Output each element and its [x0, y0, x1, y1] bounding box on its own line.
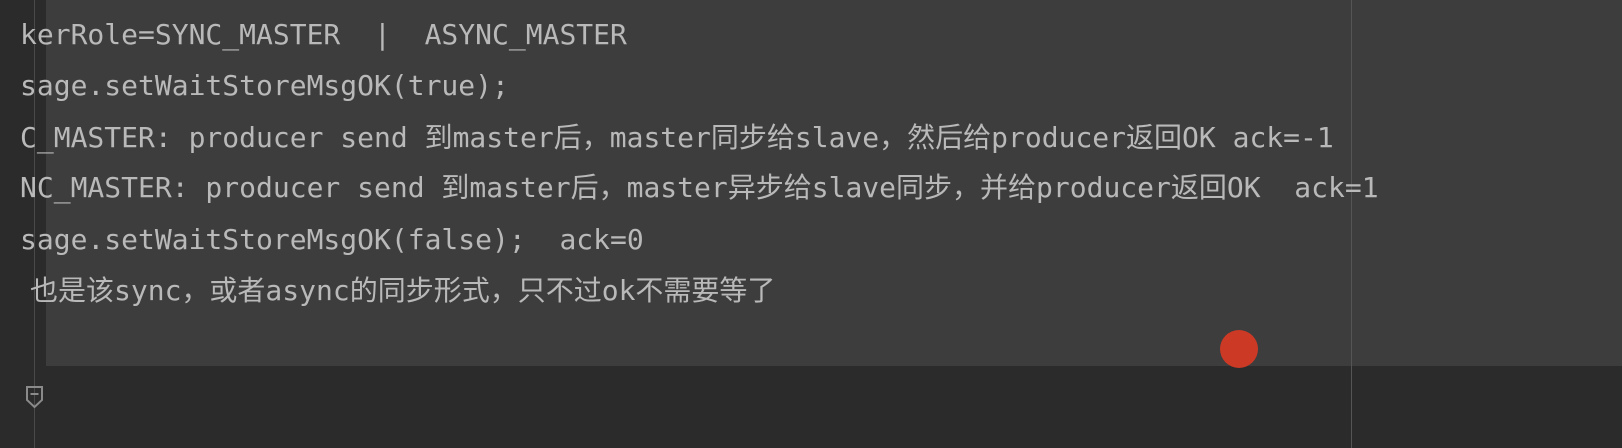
code-line-4[interactable]: NC_MASTER: producer send 到master后，master… — [20, 168, 1379, 208]
code-line-5[interactable]: sage.setWaitStoreMsgOK(false); ack=0 — [20, 220, 644, 260]
code-line-1[interactable]: kerRole=SYNC_MASTER | ASYNC_MASTER — [20, 15, 627, 55]
fold-marker-icon[interactable] — [24, 384, 45, 410]
code-line-6[interactable]: 也是该sync，或者async的同步形式，只不过ok不需要等了 — [30, 271, 775, 311]
code-line-3[interactable]: C_MASTER: producer send 到master后，master同… — [20, 118, 1334, 158]
right-margin-guide — [1351, 0, 1352, 448]
pointer-dot — [1220, 330, 1258, 368]
code-editor[interactable]: kerRole=SYNC_MASTER | ASYNC_MASTER sage.… — [0, 0, 1622, 448]
code-line-2[interactable]: sage.setWaitStoreMsgOK(true); — [20, 66, 509, 106]
